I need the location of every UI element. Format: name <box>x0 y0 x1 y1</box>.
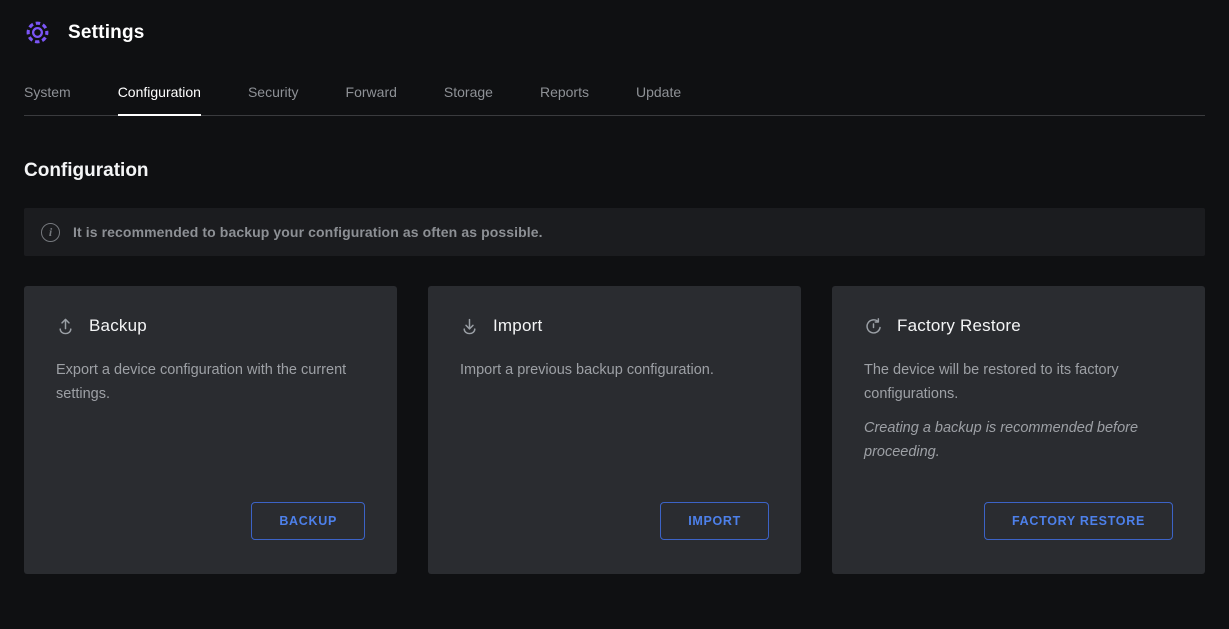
factory-restore-card-description: The device will be restored to its facto… <box>864 358 1173 406</box>
import-card-title: Import <box>493 316 542 336</box>
factory-restore-card: Factory Restore The device will be resto… <box>832 286 1205 574</box>
tab-configuration[interactable]: Configuration <box>118 74 201 116</box>
import-icon <box>460 317 479 336</box>
tab-forward[interactable]: Forward <box>346 74 397 116</box>
factory-restore-button[interactable]: FACTORY RESTORE <box>984 502 1173 540</box>
app-title: Settings <box>68 22 145 44</box>
backup-card-description: Export a device configuration with the c… <box>56 358 365 406</box>
tab-reports[interactable]: Reports <box>540 74 589 116</box>
info-banner-text: It is recommended to backup your configu… <box>73 224 543 240</box>
factory-restore-card-note: Creating a backup is recommended before … <box>864 416 1173 464</box>
import-card-description: Import a previous backup configuration. <box>460 358 769 382</box>
tab-system[interactable]: System <box>24 74 71 116</box>
factory-restore-card-title: Factory Restore <box>897 316 1021 336</box>
backup-card-header: Backup <box>56 316 365 336</box>
backup-card: Backup Export a device configuration wit… <box>24 286 397 574</box>
tab-security[interactable]: Security <box>248 74 299 116</box>
tab-bar: System Configuration Security Forward St… <box>24 74 1205 116</box>
export-icon <box>56 317 75 336</box>
import-button[interactable]: IMPORT <box>660 502 769 540</box>
tab-update[interactable]: Update <box>636 74 681 116</box>
card-grid: Backup Export a device configuration wit… <box>24 286 1205 574</box>
info-banner: i It is recommended to backup your confi… <box>24 208 1205 256</box>
import-card: Import Import a previous backup configur… <box>428 286 801 574</box>
page-title: Configuration <box>24 160 1205 182</box>
info-icon: i <box>41 223 60 242</box>
import-card-header: Import <box>460 316 769 336</box>
backup-button[interactable]: BACKUP <box>251 502 365 540</box>
tab-storage[interactable]: Storage <box>444 74 493 116</box>
factory-restore-card-header: Factory Restore <box>864 316 1173 336</box>
backup-card-title: Backup <box>89 316 147 336</box>
settings-page: Settings System Configuration Security F… <box>0 0 1229 574</box>
factory-restore-icon <box>864 317 883 336</box>
page-header: Settings <box>24 0 1205 48</box>
settings-gear-icon <box>24 19 51 46</box>
